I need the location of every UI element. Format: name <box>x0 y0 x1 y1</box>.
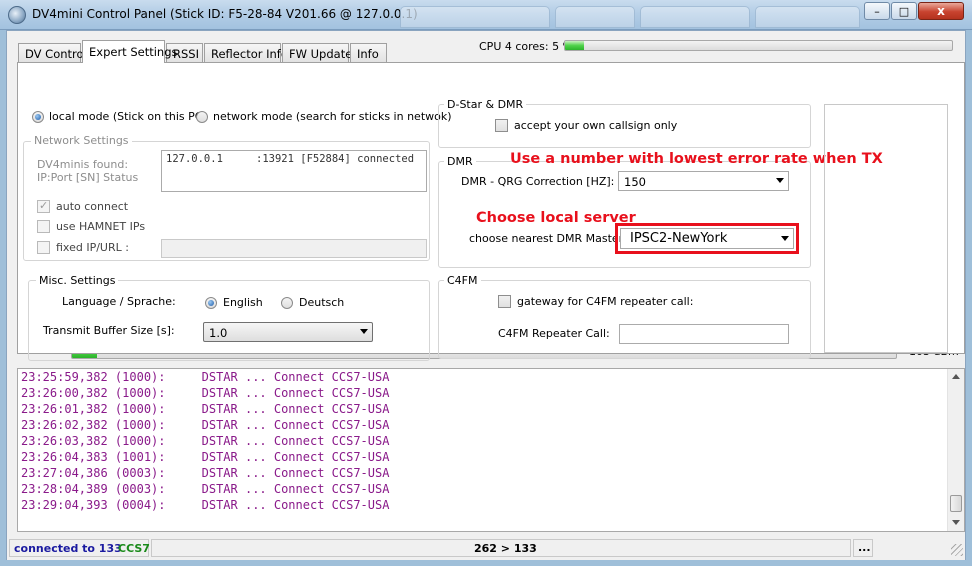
chevron-down-icon <box>360 329 368 334</box>
fixed-ip-checkbox[interactable] <box>37 241 50 254</box>
language-label: Language / Sprache: <box>62 295 176 308</box>
minimize-button[interactable]: – <box>864 2 890 20</box>
dstar-dmr-title: D-Star & DMR <box>444 98 527 111</box>
stick-list-status: :13921 [F52884] connected <box>256 153 415 165</box>
misc-settings-title: Misc. Settings <box>36 274 119 287</box>
callsign-only-checkbox[interactable] <box>495 119 508 132</box>
qrg-correction-select[interactable]: 150 <box>618 171 789 191</box>
c4fm-gateway-label: gateway for C4FM repeater call: <box>517 295 694 308</box>
log-line: 23:27:04,386 (0003): DSTAR ... Connect C… <box>21 466 390 480</box>
connection-status-cell: connected to 133 CCS7 <box>9 539 150 557</box>
callsign-only-label: accept your own callsign only <box>514 119 678 132</box>
app-icon <box>8 6 26 24</box>
network-settings-title: Network Settings <box>31 134 132 147</box>
network-mode-radio[interactable] <box>196 111 208 123</box>
log-box[interactable]: 23:25:59,382 (1000): DSTAR ... Connect C… <box>17 368 965 532</box>
dmr-master-highlight: IPSC2-NewYork <box>615 223 799 254</box>
scroll-down-icon[interactable] <box>952 520 960 525</box>
tab-reflector-info[interactable]: Reflector Info <box>204 43 288 62</box>
dmr-master-select[interactable]: IPSC2-NewYork <box>620 228 794 249</box>
c4fm-group <box>438 280 811 359</box>
background-window-tab <box>640 6 750 28</box>
minimize-icon: – <box>874 4 880 18</box>
tab-dv-control[interactable]: DV Control <box>18 43 87 62</box>
dmr-master-value: IPSC2-NewYork <box>630 231 728 246</box>
log-line: 23:26:03,382 (1000): DSTAR ... Connect C… <box>21 434 390 448</box>
fixed-ip-label: fixed IP/URL : <box>56 241 129 254</box>
misc-settings-group <box>28 280 430 361</box>
hamnet-checkbox[interactable] <box>37 220 50 233</box>
network-status: CCS7 <box>118 542 150 555</box>
chevron-down-icon <box>781 236 789 241</box>
network-mode-label[interactable]: network mode (search for sticks in netwo… <box>213 110 452 123</box>
counter-cell: 262 > 133 <box>151 539 851 557</box>
english-label[interactable]: English <box>223 296 263 309</box>
cpu-progress-fill <box>565 41 585 50</box>
qrg-correction-value: 150 <box>624 175 646 189</box>
local-mode-label[interactable]: local mode (Stick on this PC) <box>49 110 207 123</box>
chevron-down-icon <box>776 178 784 183</box>
expert-settings-page: local mode (Stick on this PC) network mo… <box>17 62 965 361</box>
deutsch-label[interactable]: Deutsch <box>299 296 344 309</box>
deutsch-radio[interactable] <box>281 297 293 309</box>
tab-expert-settings[interactable]: Expert Settings <box>82 40 178 63</box>
log-line: 23:26:02,382 (1000): DSTAR ... Connect C… <box>21 418 390 432</box>
dmr-title: DMR <box>444 155 476 168</box>
log-line: 23:26:04,383 (1001): DSTAR ... Connect C… <box>21 450 390 464</box>
master-annotation: Choose local server <box>476 210 636 226</box>
log-line: 23:29:04,393 (0004): DSTAR ... Connect C… <box>21 498 390 512</box>
stick-list-ip: 127.0.0.1 <box>166 153 223 165</box>
log-line: 23:26:01,382 (1000): DSTAR ... Connect C… <box>21 402 390 416</box>
scroll-up-icon[interactable] <box>952 374 960 379</box>
maximize-icon: □ <box>898 4 910 18</box>
english-radio[interactable] <box>205 297 217 309</box>
hamnet-label: use HAMNET IPs <box>56 220 146 233</box>
log-line: 23:25:59,382 (1000): DSTAR ... Connect C… <box>21 370 390 384</box>
background-window-tab <box>400 6 550 28</box>
window-title: DV4mini Control Panel (Stick ID: F5-28-8… <box>32 7 418 21</box>
connection-status: connected to 133 <box>14 542 122 555</box>
background-window-tab <box>755 6 860 28</box>
c4fm-title: C4FM <box>444 274 481 287</box>
ip-port-status-label: IP:Port [SN] Status <box>37 171 139 184</box>
log-line: 23:28:04,389 (0003): DSTAR ... Connect C… <box>21 482 390 496</box>
side-panel <box>824 104 948 353</box>
dmr-master-label: choose nearest DMR Master: <box>469 232 627 245</box>
main-window: DV Control Expert Settings RSSI Reflecto… <box>6 30 966 560</box>
auto-connect-checkbox[interactable]: ✓ <box>37 199 50 213</box>
auto-connect-label: auto connect <box>56 200 129 213</box>
transmit-buffer-select[interactable]: 1.0 <box>203 322 373 342</box>
local-mode-radio[interactable] <box>32 111 44 123</box>
checkmark-icon: ✓ <box>39 199 49 212</box>
more-cell[interactable]: ... <box>853 539 873 557</box>
transmit-buffer-value: 1.0 <box>209 326 228 340</box>
log-scrollbar[interactable] <box>947 369 964 531</box>
tab-fw-update[interactable]: FW Update <box>282 43 352 62</box>
scroll-thumb[interactable] <box>950 495 962 512</box>
cpu-label: CPU 4 cores: 5 % <box>479 40 574 53</box>
status-bar: connected to 133 CCS7 262 > 133 ... <box>7 536 965 560</box>
c4fm-gateway-checkbox[interactable] <box>498 295 511 308</box>
close-button[interactable]: x <box>918 2 964 20</box>
c4fm-repeater-call-label: C4FM Repeater Call: <box>498 327 610 340</box>
resize-grip-icon[interactable] <box>951 544 963 556</box>
transmit-buffer-label: Transmit Buffer Size [s]: <box>43 324 175 337</box>
c4fm-repeater-call-input[interactable] <box>619 324 789 344</box>
background-window-tab <box>555 6 635 28</box>
tab-info[interactable]: Info <box>350 43 387 62</box>
counter-value: 262 > 133 <box>474 542 537 555</box>
dv4minis-found-label: DV4minis found: <box>37 158 129 171</box>
more-icon[interactable]: ... <box>858 541 871 554</box>
stick-list-box[interactable]: 127.0.0.1 :13921 [F52884] connected <box>161 150 427 192</box>
maximize-button[interactable]: □ <box>891 2 917 20</box>
fixed-ip-input[interactable] <box>161 239 427 258</box>
title-bar[interactable]: DV4mini Control Panel (Stick ID: F5-28-8… <box>0 0 972 30</box>
log-line: 23:26:00,382 (1000): DSTAR ... Connect C… <box>21 386 390 400</box>
close-icon: x <box>937 4 945 18</box>
cpu-progress-bar <box>564 40 953 51</box>
qrg-correction-label: DMR - QRG Correction [HZ]: <box>461 175 615 188</box>
